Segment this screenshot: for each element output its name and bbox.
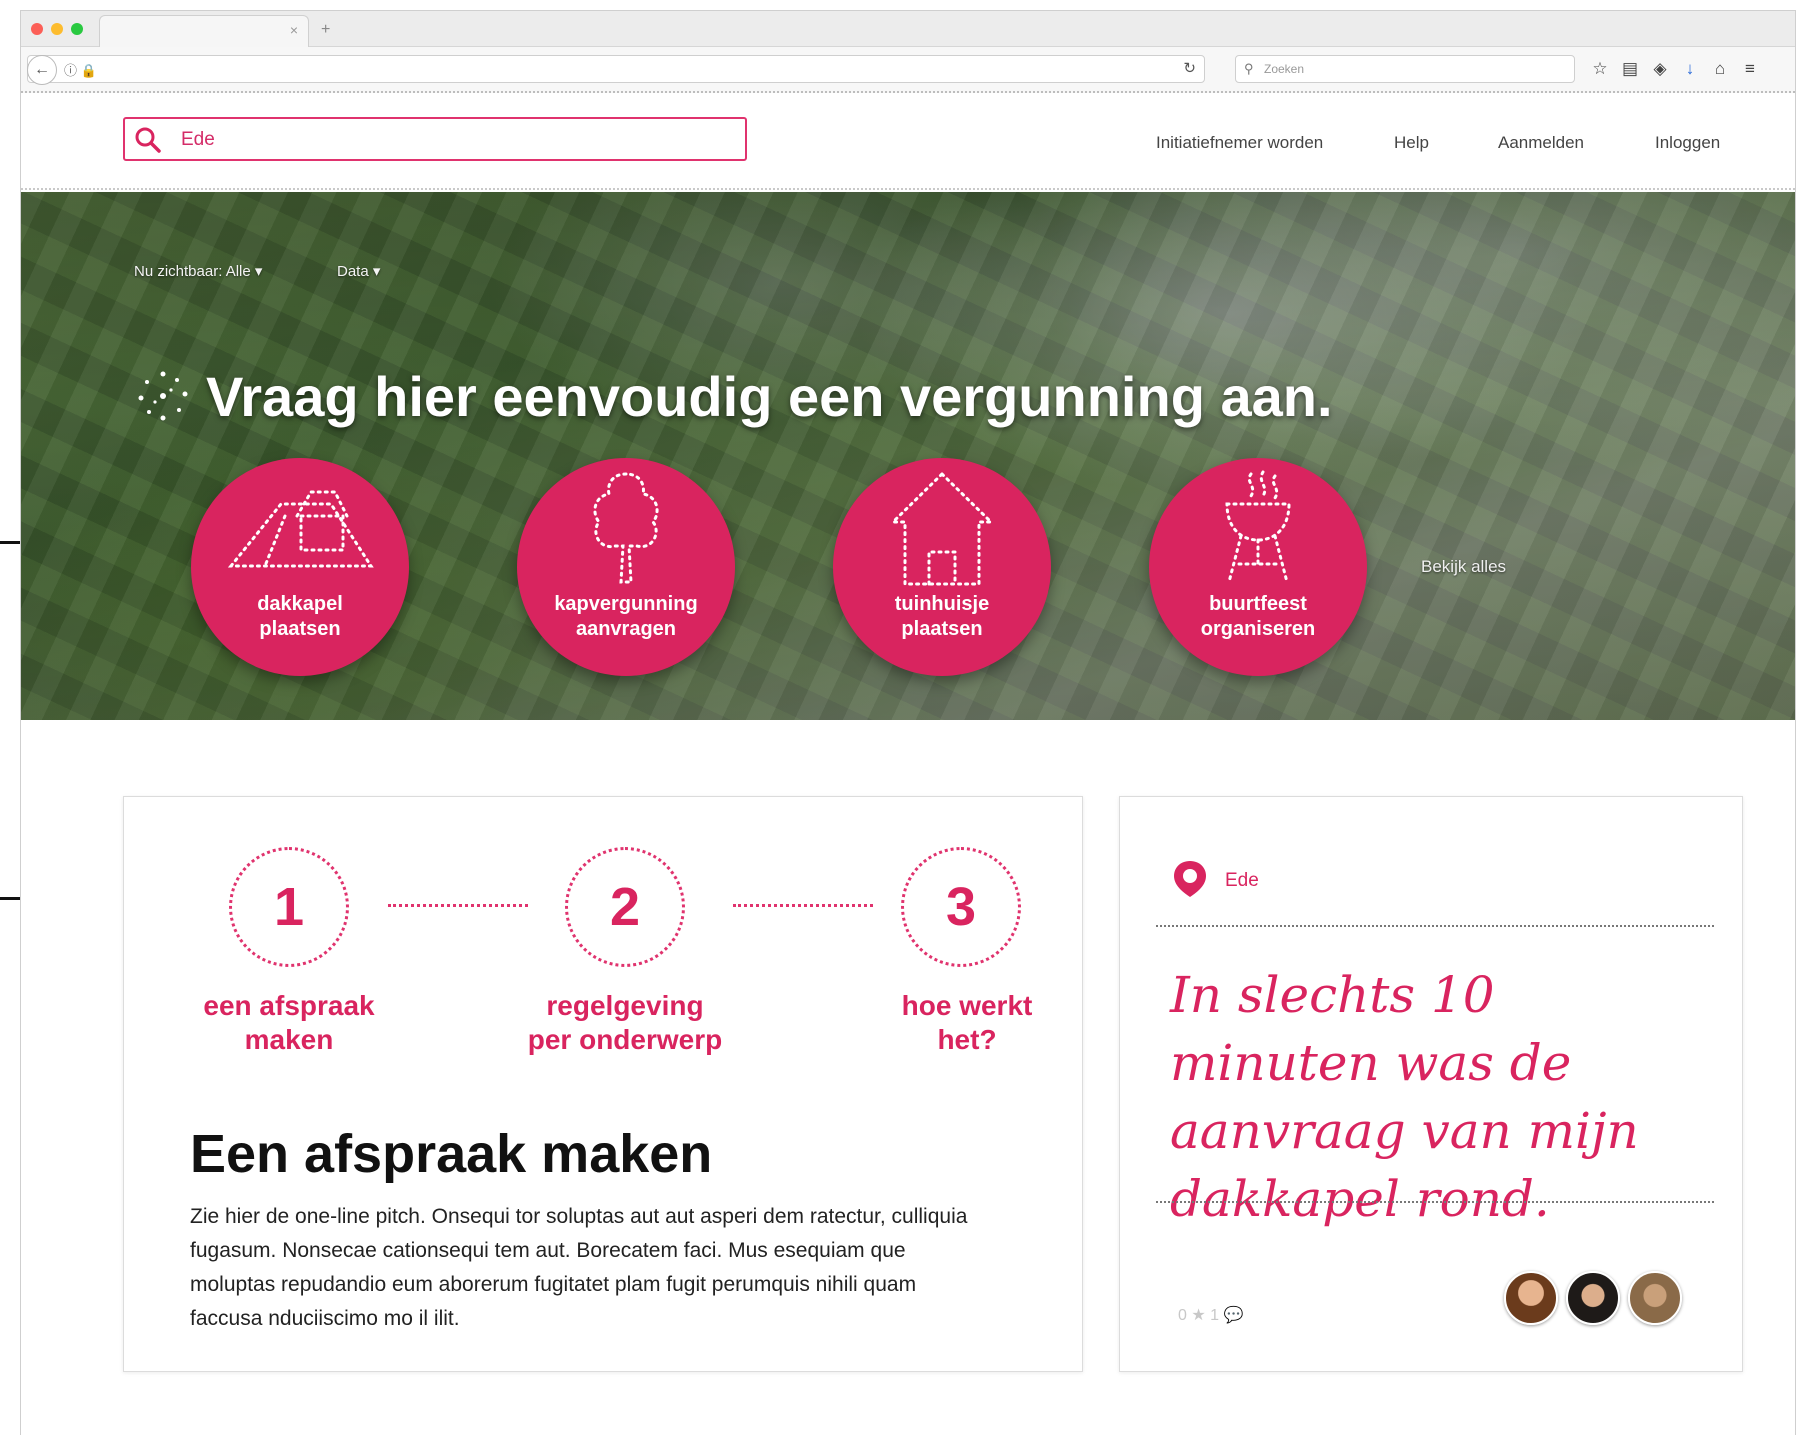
testimonial-quote: In slechts 10 minuten was de aanvraag va… [1170, 966, 1639, 1228]
site-search-input[interactable] [179, 127, 719, 153]
step-3-label[interactable]: hoe werkt het? [847, 989, 1087, 1057]
step-3-circle[interactable]: 3 [901, 847, 1021, 967]
step-2-circle[interactable]: 2 [565, 847, 685, 967]
divider [1156, 925, 1714, 927]
avatar[interactable] [1566, 1271, 1620, 1325]
avatar[interactable] [1504, 1271, 1558, 1325]
new-tab-icon[interactable]: + [321, 21, 330, 39]
reload-icon[interactable]: ↻ [1183, 59, 1196, 77]
browser-toolbar: ← ⓘ 🔒 ↻ ⚲ Zoeken ☆ ▤ ◈ ↓ ⌂ ≡ [21, 47, 1795, 93]
download-icon[interactable]: ↓ [1675, 59, 1705, 79]
reading-list-icon[interactable]: ▤ [1615, 59, 1645, 79]
menu-icon[interactable]: ≡ [1735, 59, 1765, 79]
step-2-label[interactable]: regelgeving per onderwerp [505, 989, 745, 1057]
search-icon [135, 127, 161, 153]
nav-inloggen[interactable]: Inloggen [1655, 133, 1720, 153]
steps-card: 1 2 3 een afspraak maken regelgeving per o… [123, 796, 1083, 1372]
hero-title: Vraag hier eenvoudig een vergunning aan. [206, 365, 1333, 428]
circle-label: kapvergunning aanvragen [554, 593, 698, 640]
section-title: Een afspraak maken [190, 1124, 713, 1184]
bookmark-star-icon[interactable]: ☆ [1585, 59, 1615, 79]
filter-visible-dropdown[interactable]: Nu zichtbaar: Alle ▾ [134, 262, 262, 280]
site-search-bar[interactable] [123, 117, 747, 161]
browser-window: × + ← ⓘ 🔒 ↻ ⚲ Zoeken ☆▤◈↓⌂≡ Initiatiefne… [20, 10, 1796, 1435]
house-icon [889, 471, 995, 586]
testimonial-card: Ede In slechts 10 minuten was de aanvraa… [1119, 796, 1743, 1372]
nav-aanmelden[interactable]: Aanmelden [1498, 133, 1584, 153]
search-icon: ⚲ [1244, 61, 1254, 76]
testimonial-meta: 0 ★ 1 💬 [1178, 1307, 1244, 1324]
nav-initiatiefnemer-worden[interactable]: Initiatiefnemer worden [1156, 133, 1323, 153]
testimonial-location[interactable]: Ede [1225, 870, 1259, 892]
dormer-roof-icon [227, 490, 374, 568]
location-pin-icon [1174, 861, 1206, 897]
tree-icon [593, 472, 659, 584]
browser-search-input[interactable]: ⚲ Zoeken [1235, 55, 1575, 83]
circle-label: tuinhuisje plaatsen [894, 593, 990, 640]
avatar[interactable] [1628, 1271, 1682, 1325]
step-connector [733, 904, 873, 907]
address-bar[interactable]: ← ⓘ 🔒 ↻ [27, 55, 1205, 85]
filter-data-dropdown[interactable]: Data ▾ [337, 262, 380, 280]
browser-titlebar: × + [21, 11, 1795, 47]
circle-buurtfeest-organiseren[interactable]: buurtfeest organiseren [1149, 458, 1367, 676]
back-icon[interactable]: ← [27, 55, 57, 85]
barbecue-icon [1225, 470, 1291, 584]
site-header: Initiatiefnemer worden Help Aanmelden In… [21, 95, 1795, 190]
close-window-button[interactable] [31, 23, 43, 35]
step-connector [388, 904, 528, 907]
hero-banner: Nu zichtbaar: Alle ▾ Data ▾ Vraag hier e… [21, 192, 1795, 720]
minimize-window-button[interactable] [51, 23, 63, 35]
circle-label: buurtfeest organiseren [1200, 593, 1316, 640]
circle-dakkapel-plaatsen[interactable]: dakkapel plaatsen [191, 458, 409, 676]
circle-tuinhuisje-plaatsen[interactable]: tuinhuisje plaatsen [833, 458, 1051, 676]
divider [1156, 1201, 1714, 1203]
home-icon[interactable]: ⌂ [1705, 59, 1735, 79]
section-body: Zie hier de one-line pitch. Onsequi tor … [190, 1205, 968, 1330]
view-all-link[interactable]: Bekijk alles [1421, 557, 1506, 577]
circle-label: dakkapel plaatsen [257, 593, 343, 640]
circle-kapvergunning-aanvragen[interactable]: kapvergunning aanvragen [517, 458, 735, 676]
step-1-circle[interactable]: 1 [229, 847, 349, 967]
browser-tab[interactable]: × [99, 15, 309, 47]
nav-help[interactable]: Help [1394, 133, 1429, 153]
maximize-window-button[interactable] [71, 23, 83, 35]
site-info-icon[interactable]: ⓘ 🔒 [64, 60, 97, 79]
sparkle-icon [138, 371, 188, 421]
close-tab-icon[interactable]: × [290, 22, 298, 38]
toolbar-icons: ☆ ▤ ◈ ↓ ⌂ ≡ [1585, 59, 1765, 79]
browser-search-placeholder: Zoeken [1264, 62, 1305, 76]
pocket-icon[interactable]: ◈ [1645, 59, 1675, 79]
step-1-label[interactable]: een afspraak maken [169, 989, 409, 1057]
